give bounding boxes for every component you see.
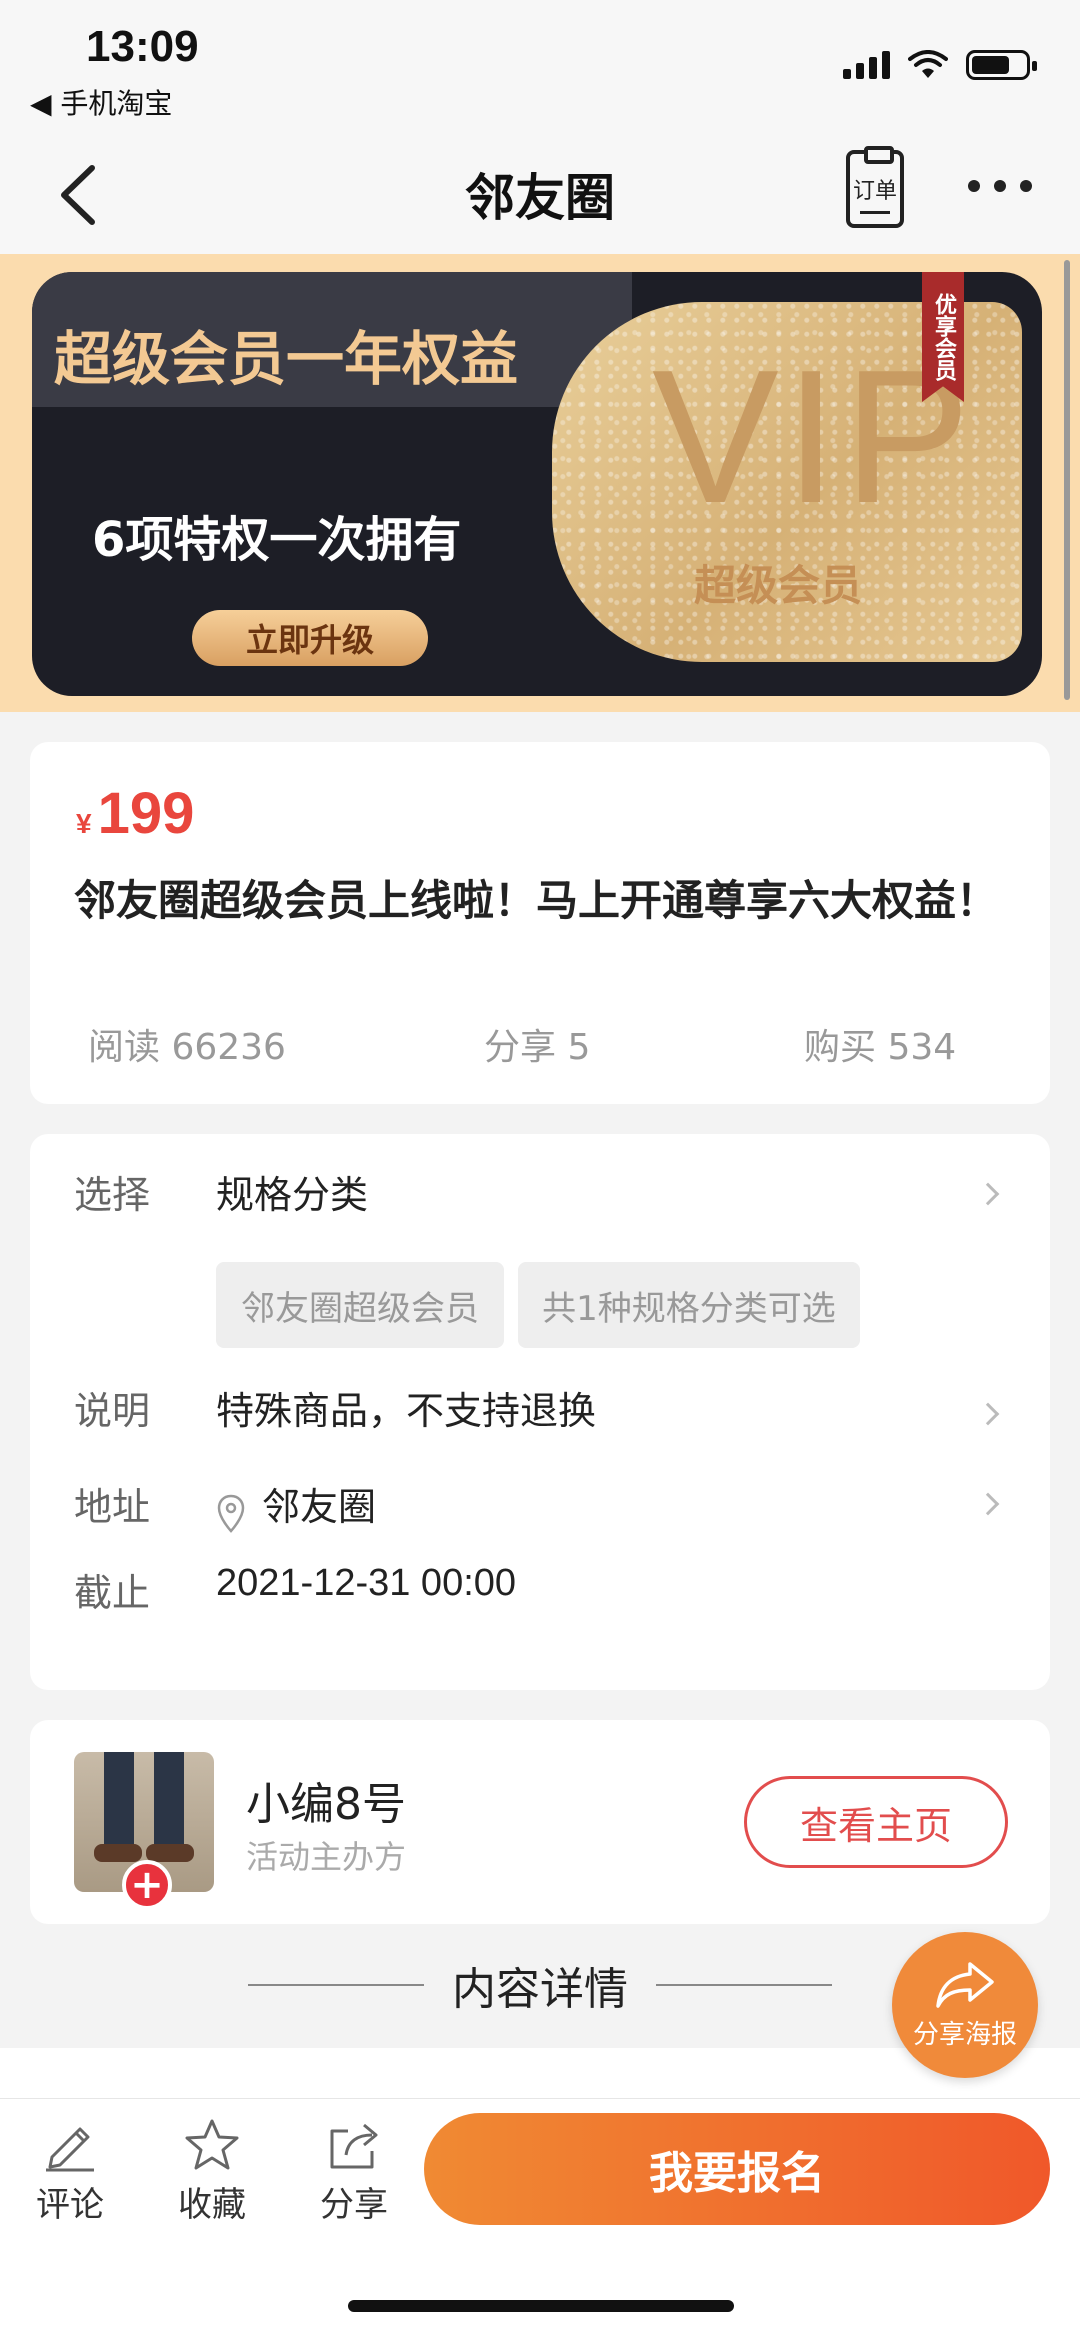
currency-symbol: ¥: [76, 808, 92, 839]
wifi-icon: [908, 50, 948, 78]
follow-plus-icon[interactable]: +: [122, 1860, 172, 1910]
share-icon: [330, 2123, 378, 2169]
upgrade-now-button[interactable]: 立即升级: [192, 610, 428, 666]
spec-card: 选择 规格分类 邻友圈超级会员 共1种规格分类可选 说明 特殊商品，不支持退换 …: [30, 1134, 1050, 1690]
location-pin-icon: [217, 1494, 245, 1533]
share-poster-button[interactable]: 分享海报: [892, 1932, 1038, 2078]
banner-subline: 6项特权一次拥有: [92, 512, 462, 568]
select-value: 规格分类: [216, 1173, 369, 1217]
share-label: 分享: [320, 2185, 388, 2225]
address-value: 邻友圈: [262, 1485, 377, 1529]
page-title: 邻友圈: [465, 169, 615, 227]
spec-tag-count: 共1种规格分类可选: [518, 1262, 860, 1348]
star-icon: [185, 2119, 239, 2170]
order-button[interactable]: 订单: [846, 146, 904, 228]
signup-button[interactable]: 我要报名: [424, 2113, 1050, 2225]
note-label: 说明: [74, 1389, 151, 1433]
deadline-label: 截止: [74, 1571, 151, 1615]
product-info-card: ¥199 邻友圈超级会员上线啦！马上开通尊享六大权益！ 阅读 66236 分享 …: [30, 742, 1050, 1104]
comment-button[interactable]: 评论: [10, 2117, 130, 2226]
select-label: 选择: [74, 1173, 151, 1217]
view-homepage-button[interactable]: 查看主页: [744, 1776, 1008, 1868]
signal-icon: [843, 51, 890, 79]
battery-icon: [966, 50, 1037, 80]
product-stats: 阅读 66236 分享 5 购买 534: [30, 1018, 1050, 1068]
chevron-right-icon: [976, 1492, 1000, 1516]
address-label: 地址: [74, 1485, 151, 1529]
comment-label: 评论: [36, 2185, 104, 2225]
organizer-role: 活动主办方: [246, 1838, 407, 1876]
status-bar: 13:09 ◀ 手机淘宝: [0, 0, 1080, 140]
chevron-right-icon: [976, 1402, 1000, 1426]
vip-card-subtitle: 超级会员: [694, 561, 863, 610]
read-count: 阅读 66236: [88, 1027, 286, 1068]
more-options-icon[interactable]: [968, 180, 1032, 192]
section-title: 内容详情: [452, 1964, 628, 2015]
vip-promo-banner[interactable]: 超级会员一年权益 6项特权一次拥有 立即升级 VIP 超级会员 优享会员: [0, 254, 1080, 712]
organizer-card: + 小编8号 活动主办方 查看主页: [30, 1720, 1050, 1924]
chevron-right-icon: [976, 1182, 1000, 1206]
status-time: 13:09: [86, 22, 199, 71]
organizer-name: 小编8号: [246, 1779, 406, 1830]
product-price: ¥199: [76, 780, 194, 847]
home-indicator[interactable]: [348, 2300, 734, 2312]
favorite-button[interactable]: 收藏: [152, 2117, 272, 2226]
back-to-app-link[interactable]: ◀ 手机淘宝: [30, 82, 172, 122]
note-value: 特殊商品，不支持退换: [216, 1389, 597, 1433]
scrollbar: [1064, 260, 1070, 700]
nav-bar: 邻友圈 订单: [0, 140, 1080, 254]
share-arrow-icon: [936, 1961, 994, 2008]
product-title: 邻友圈超级会员上线啦！马上开通尊享六大权益！: [74, 876, 999, 925]
favorite-label: 收藏: [178, 2185, 246, 2225]
banner-card: 超级会员一年权益 6项特权一次拥有 立即升级 VIP 超级会员 优享会员: [32, 272, 1042, 696]
share-count: 分享 5: [484, 1027, 591, 1068]
share-poster-label: 分享海报: [912, 2019, 1017, 2050]
comment-pencil-icon: [46, 2127, 94, 2172]
banner-headline: 超级会员一年权益: [54, 325, 519, 393]
purchase-count: 购买 534: [804, 1027, 957, 1068]
spec-tag-option[interactable]: 邻友圈超级会员: [216, 1262, 504, 1348]
deadline-value: 2021-12-31 00:00: [216, 1562, 517, 1604]
vip-ribbon: 优享会员: [922, 272, 964, 402]
order-button-label: 订单: [852, 179, 897, 204]
status-icons: [843, 50, 1037, 80]
share-button[interactable]: 分享: [294, 2117, 414, 2226]
price-value: 199: [97, 781, 195, 846]
